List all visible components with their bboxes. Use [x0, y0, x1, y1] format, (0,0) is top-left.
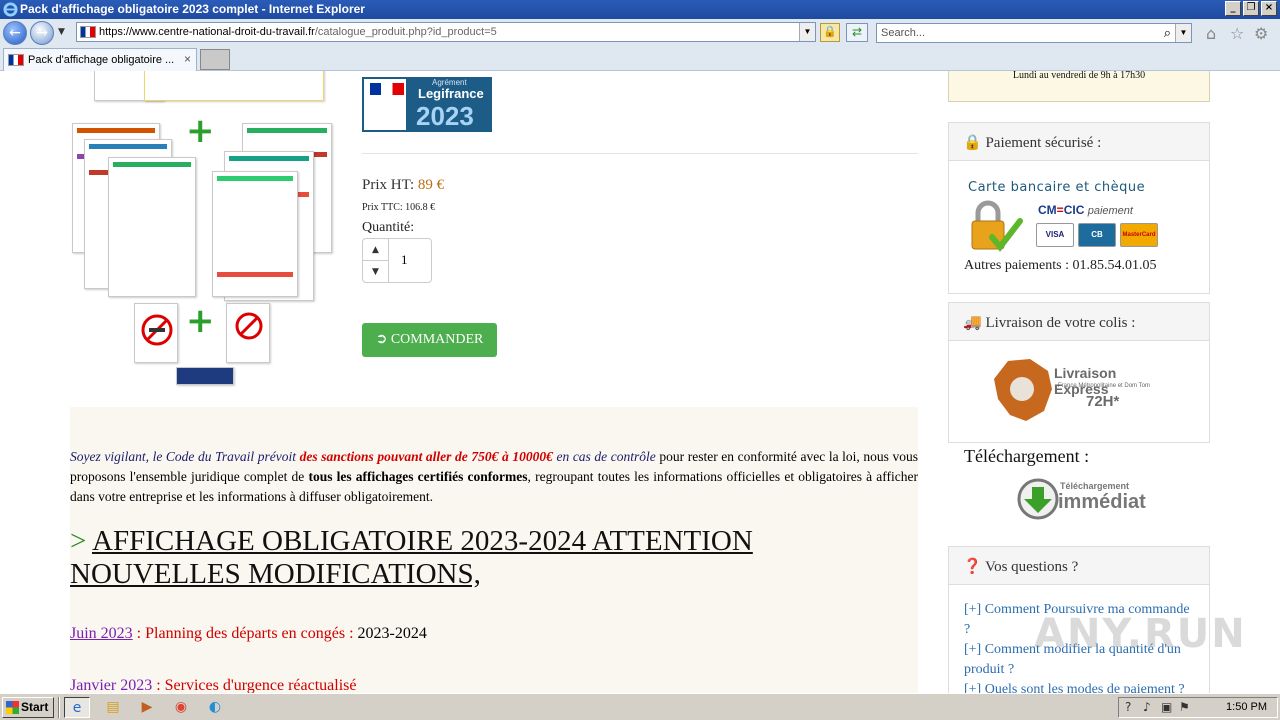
- forward-button[interactable]: →: [30, 21, 54, 45]
- search-icon[interactable]: ⌕: [1164, 25, 1171, 41]
- instant-download-badge: Téléchargement immédiat: [1016, 477, 1148, 523]
- volume-icon[interactable]: ♪: [1143, 700, 1151, 714]
- section-heading: > AFFICHAGE OBLIGATOIRE 2023-2024 ATTENT…: [70, 525, 753, 590]
- mastercard-icon: MasterCard: [1120, 223, 1158, 247]
- other-payments: Autres paiements : 01.85.54.01.05: [964, 258, 1157, 273]
- media-player-taskbar-icon[interactable]: ▶: [134, 697, 160, 718]
- tray-expand-icon[interactable]: ?: [1125, 700, 1131, 714]
- update-item: Janvier 2023 : Services d'urgence réactu…: [70, 677, 357, 693]
- french-flag-icon: [370, 83, 404, 95]
- questions-header: ❓ Vos questions ?: [949, 547, 1209, 585]
- description-paragraph: Soyez vigilant, le Code du Travail prévo…: [70, 449, 919, 504]
- order-button[interactable]: ➲ COMMANDER: [362, 323, 497, 357]
- chrome-taskbar-icon[interactable]: ◉: [168, 697, 194, 718]
- faq-link[interactable]: [+] Quels sont les modes de paiement ?: [964, 680, 1194, 693]
- search-input[interactable]: Search...: [881, 27, 925, 39]
- address-bar[interactable]: https://www.centre-national-droit-du-tra…: [76, 22, 816, 42]
- express-delivery-logo: Livraison Express France Métropolitaine …: [990, 355, 1170, 425]
- site-favicon-icon: [80, 26, 96, 38]
- opening-hours: Lundi au vendredi de 9h à 17h30: [948, 71, 1210, 102]
- quantity-label: Quantité:: [362, 220, 415, 235]
- flag-icon[interactable]: ⚑: [1179, 700, 1190, 714]
- quantity-stepper[interactable]: ▲ ▼ 1: [362, 238, 432, 283]
- visa-card-icon: VISA: [1036, 223, 1074, 247]
- download-arrow-icon: [1017, 478, 1059, 520]
- payment-header: 🔒 Paiement sécurisé :: [949, 123, 1209, 161]
- windows-logo-icon: [6, 701, 19, 714]
- explorer-taskbar-icon[interactable]: ▤: [100, 697, 126, 718]
- favorites-star-icon[interactable]: ☆: [1230, 24, 1244, 43]
- internet-explorer-icon: [3, 2, 18, 17]
- arrow-circle-icon: ➲: [375, 332, 388, 347]
- lock-icon: 🔒: [963, 135, 982, 151]
- payment-cards: CM=CIC paiement VISA CB MasterCard: [1036, 203, 1160, 251]
- address-dropdown-icon[interactable]: ▼: [799, 23, 815, 41]
- badge-year: 2023: [416, 101, 474, 131]
- start-button[interactable]: Start: [2, 697, 54, 718]
- window-titlebar: Pack d'affichage obligatoire 2023 comple…: [0, 0, 1280, 19]
- back-button[interactable]: ←: [3, 21, 27, 45]
- cb-card-icon: CB: [1078, 223, 1116, 247]
- update-date-link[interactable]: Juin 2023: [70, 625, 133, 642]
- page-content: + + Agrément Legifrance 2023 Prix HT: 89…: [0, 71, 1280, 693]
- plus-icon: +: [186, 301, 215, 341]
- truck-icon: 🚚: [963, 315, 982, 331]
- home-icon[interactable]: ⌂: [1206, 24, 1216, 43]
- price-ttc: Prix TTC: 106.8 €: [362, 202, 436, 213]
- decrement-icon[interactable]: ▼: [363, 261, 389, 283]
- legifrance-badge: Agrément Legifrance 2023: [362, 77, 492, 132]
- tab-pack-affichage[interactable]: Pack d'affichage obligatoire ... ×: [3, 48, 197, 71]
- search-dropdown-icon[interactable]: ▼: [1175, 24, 1191, 42]
- close-window-button[interactable]: ×: [1261, 1, 1277, 16]
- france-map-icon: [994, 359, 1052, 421]
- refresh-button[interactable]: ⇄: [846, 23, 868, 42]
- restore-button[interactable]: ❐: [1243, 1, 1259, 16]
- cm-cic-logo: CM=CIC paiement: [1038, 203, 1133, 217]
- history-dropdown-icon[interactable]: ▼: [58, 27, 65, 37]
- divider: [362, 153, 918, 154]
- clock[interactable]: 1:50 PM: [1226, 701, 1267, 713]
- minimize-button[interactable]: _: [1225, 1, 1241, 16]
- new-tab-button[interactable]: [200, 49, 230, 70]
- product-description: Soyez vigilant, le Code du Travail prévo…: [70, 407, 918, 693]
- taskbar: Start e ▤ ▶ ◉ ◐ ? ♪ ▣ ⚑ 1:50 PM: [0, 693, 1280, 720]
- tab-label: Pack d'affichage obligatoire ...: [28, 54, 175, 66]
- close-tab-icon[interactable]: ×: [184, 52, 191, 66]
- plus-icon: +: [186, 111, 215, 151]
- window-title: Pack d'affichage obligatoire 2023 comple…: [20, 2, 365, 16]
- badge-brand: Legifrance: [418, 86, 484, 101]
- payment-methods: Carte bancaire et chèque: [968, 180, 1146, 195]
- update-item: Juin 2023 : Planning des départs en cong…: [70, 625, 427, 642]
- no-smoking-icon: [141, 314, 173, 346]
- search-box[interactable]: Search... ⌕ ▼: [876, 23, 1192, 43]
- network-icon[interactable]: ▣: [1161, 700, 1172, 714]
- download-title: Téléchargement :: [964, 446, 1090, 466]
- padlock-check-icon: [971, 200, 1023, 252]
- quantity-input[interactable]: 1: [401, 252, 408, 268]
- ie-taskbar-icon[interactable]: e: [64, 697, 90, 718]
- security-lock-icon[interactable]: 🔒: [820, 23, 840, 42]
- address-toolbar: ← → ▼ https://www.centre-national-droit-…: [0, 19, 1280, 46]
- edge-taskbar-icon[interactable]: ◐: [202, 697, 228, 718]
- no-vaping-icon: [235, 312, 263, 340]
- delivery-header: 🚚 Livraison de votre colis :: [949, 303, 1209, 341]
- product-image[interactable]: + +: [68, 71, 338, 461]
- address-url[interactable]: https://www.centre-national-droit-du-tra…: [99, 26, 497, 38]
- increment-icon[interactable]: ▲: [363, 239, 389, 261]
- system-tray: ? ♪ ▣ ⚑ 1:50 PM: [1118, 697, 1278, 718]
- question-circle-icon: ❓: [963, 559, 982, 575]
- price-ht: Prix HT: 89 €: [362, 177, 445, 193]
- tab-bar: Pack d'affichage obligatoire ... ×: [0, 46, 1280, 71]
- tab-favicon-icon: [8, 54, 24, 66]
- watermark: ANY.RUN: [1034, 611, 1247, 657]
- settings-gear-icon[interactable]: ⚙: [1254, 24, 1268, 43]
